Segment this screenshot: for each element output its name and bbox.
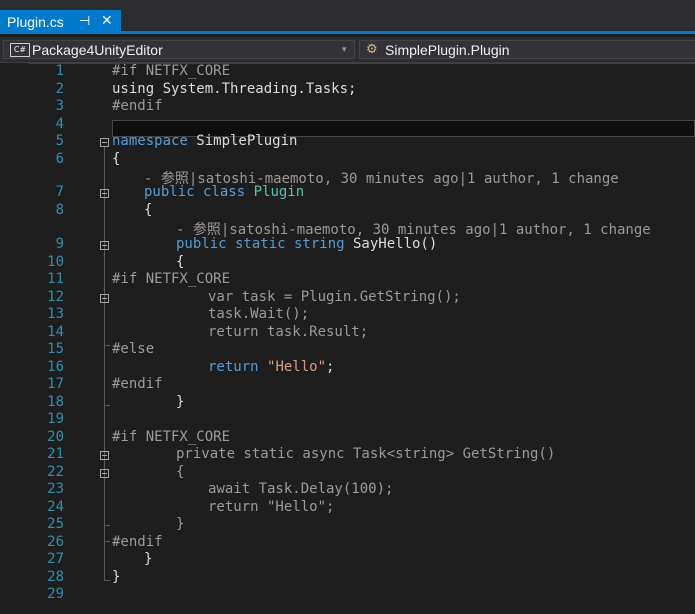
pin-icon[interactable]: ⊣ (79, 13, 90, 29)
type-name: Plugin (253, 184, 305, 200)
tab-plugin-cs[interactable]: Plugin.cs ⊣ ✕ (0, 10, 121, 34)
line-number: 26 (47, 534, 64, 550)
code-line: task.Wait(); (208, 306, 310, 322)
csharp-project-icon: C# (10, 43, 30, 57)
close-icon[interactable]: ✕ (101, 12, 113, 29)
line-number: 23 (47, 481, 64, 497)
code-line: { (112, 151, 121, 167)
code-line: #endif (112, 534, 163, 550)
collapse-icon[interactable] (100, 469, 109, 478)
line-number: 6 (55, 151, 64, 167)
collapse-icon[interactable] (100, 138, 109, 147)
tab-label[interactable]: Plugin.cs (7, 14, 64, 30)
code-line: #endif (112, 98, 163, 114)
collapse-icon[interactable] (100, 451, 109, 460)
line-number: 17 (47, 376, 64, 392)
code-line: public static string SayHello() (176, 236, 437, 252)
string-literal: "Hello" (267, 359, 327, 375)
line-number: 2 (55, 81, 64, 97)
collapse-icon[interactable] (100, 241, 109, 250)
code-line: return "Hello"; (208, 359, 334, 375)
line-number: 14 (47, 324, 64, 340)
project-dropdown[interactable]: C# Package4UnityEditor ▾ (3, 40, 355, 59)
code-line: namespace SimplePlugin (112, 133, 297, 149)
line-number: 25 (47, 516, 64, 532)
code-line: { (176, 254, 185, 270)
line-number: 1 (55, 63, 64, 79)
editor-top-border (0, 63, 695, 64)
code-line: } (144, 551, 153, 567)
keyword: public class (144, 184, 246, 200)
keyword: public static string (176, 236, 345, 252)
line-number: 21 (47, 446, 64, 462)
project-label: Package4UnityEditor (32, 42, 163, 58)
chevron-down-icon[interactable]: ▾ (342, 44, 347, 55)
code-line: #if NETFX_CORE (112, 63, 231, 79)
code-line: { (144, 202, 153, 218)
line-number: 8 (55, 202, 64, 218)
class-icon: ⚙ (366, 41, 378, 56)
line-number: 28 (47, 569, 64, 585)
code-line: } (176, 394, 185, 410)
navigation-bar: C# Package4UnityEditor ▾ ⚙ SimplePlugin.… (0, 37, 695, 63)
code-line: } (112, 569, 121, 585)
code-line: using System.Threading.Tasks; (112, 81, 357, 97)
line-number: 3 (55, 98, 64, 114)
line-number: 20 (47, 429, 64, 445)
line-number: 5 (55, 133, 64, 149)
code-line: { (176, 464, 185, 480)
line-number: 13 (47, 306, 64, 322)
namespace-name: SimplePlugin (187, 133, 298, 149)
code-line: return task.Result; (208, 324, 369, 340)
line-number: 11 (47, 271, 64, 287)
method-signature: SayHello() (344, 236, 438, 252)
outline-guide (104, 147, 105, 581)
semicolon: ; (326, 359, 335, 375)
outline-end (104, 580, 110, 581)
line-number: 27 (47, 551, 64, 567)
line-number: 7 (55, 184, 64, 200)
code-line: return "Hello"; (208, 499, 335, 515)
member-label: SimplePlugin.Plugin (385, 42, 510, 58)
code-line: #endif (112, 376, 163, 392)
code-line: #if NETFX_CORE (112, 429, 231, 445)
line-number: 19 (47, 411, 64, 427)
line-number: 22 (47, 464, 64, 480)
code-line: } (176, 516, 185, 532)
code-line: await Task.Delay(100); (208, 481, 394, 497)
keyword: return (208, 359, 259, 375)
tab-strip: Plugin.cs ⊣ ✕ (0, 0, 695, 34)
keyword: namespace (112, 133, 188, 149)
line-number: 29 (47, 586, 64, 602)
line-number: 4 (55, 116, 64, 132)
code-line: var task = Plugin.GetString(); (208, 289, 461, 305)
member-dropdown[interactable]: ⚙ SimplePlugin.Plugin (359, 40, 695, 59)
line-number: 16 (47, 359, 64, 375)
code-line: public class Plugin (144, 184, 304, 200)
outline-end (104, 541, 110, 542)
line-number: 15 (47, 341, 64, 357)
line-number: 12 (47, 289, 64, 305)
outline-end (104, 405, 110, 406)
collapse-icon[interactable] (100, 189, 109, 198)
code-line: #else (112, 341, 155, 357)
line-number: 24 (47, 499, 64, 515)
line-number: 10 (47, 254, 64, 270)
code-line: #if NETFX_CORE (112, 271, 231, 287)
outline-end (104, 345, 110, 346)
collapse-icon[interactable] (100, 294, 109, 303)
code-editor[interactable]: 1 2 3 4 5 6 7 8 9 10 11 12 13 14 15 16 1… (0, 63, 695, 614)
code-line: private static async Task<string> GetStr… (176, 446, 556, 462)
line-number: 9 (55, 236, 64, 252)
line-number: 18 (47, 394, 64, 410)
outline-end (104, 525, 110, 526)
